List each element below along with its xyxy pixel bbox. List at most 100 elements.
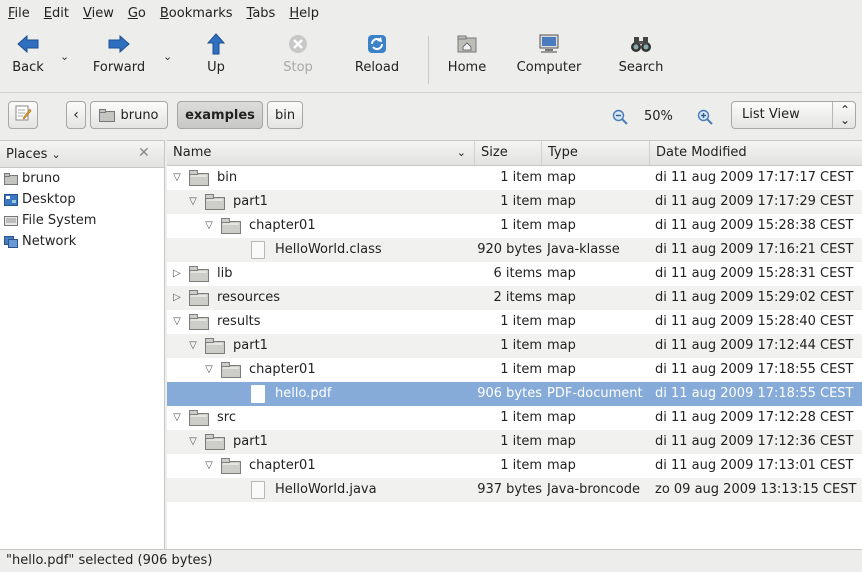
back-button[interactable]: Back (6, 32, 50, 75)
expander-open-icon[interactable]: ▽ (203, 358, 215, 382)
table-row[interactable]: ▽ chapter01 1 item map di 11 aug 2009 17:13:… (167, 454, 862, 478)
table-row[interactable]: ▷ lib 6 items map di 11 aug 2009 15:28:31 CE… (167, 262, 862, 286)
menu-mnemonic: G (127, 5, 138, 21)
forward-history-chevron-icon[interactable]: ⌄ (163, 50, 172, 63)
expander-open-icon[interactable]: ▽ (187, 190, 199, 214)
zoom-out-icon[interactable] (612, 109, 628, 129)
zoom-in-icon[interactable] (697, 109, 713, 129)
stop-button[interactable]: Stop (276, 32, 320, 75)
file-type: map (547, 362, 576, 377)
sidebar-type-select[interactable]: Places ⌄ (6, 147, 61, 162)
expander-closed-icon[interactable]: ▷ (171, 262, 183, 286)
column-header-label: Name (173, 145, 212, 160)
up-button[interactable]: Up (196, 32, 236, 75)
file-name: resources (217, 290, 281, 305)
file-type: map (547, 266, 576, 281)
file-date-modified: di 11 aug 2009 15:28:31 CEST (655, 266, 854, 281)
expander-open-icon[interactable]: ▽ (203, 454, 215, 478)
expander-open-icon[interactable]: ▽ (187, 334, 199, 358)
file-type: map (547, 410, 576, 425)
file-size: 2 items (493, 290, 542, 305)
column-header-type[interactable]: Type (542, 141, 650, 165)
file-size: 1 item (500, 458, 542, 473)
folder-icon (205, 434, 225, 450)
table-row[interactable]: ▽ chapter01 1 item map di 11 aug 2009 17:18:… (167, 358, 862, 382)
expander-open-icon[interactable]: ▽ (203, 214, 215, 238)
binoculars-icon (629, 32, 653, 56)
back-arrow-icon (16, 32, 40, 56)
file-name: bin (217, 170, 238, 185)
sidebar-item-file-system[interactable]: File System (0, 210, 164, 231)
expander-open-icon[interactable]: ▽ (171, 406, 183, 430)
sidebar-item-desktop[interactable]: Desktop (0, 189, 164, 210)
menu-item[interactable]: Go (126, 6, 148, 21)
back-history-chevron-icon[interactable]: ⌄ (60, 50, 69, 63)
sidebar-item-network[interactable]: Network (0, 231, 164, 252)
zoom-level[interactable]: 50% (644, 109, 673, 124)
table-row[interactable]: ▽ part1 1 item map di 11 aug 2009 17:12:36 C… (167, 430, 862, 454)
toggle-location-entry-button[interactable] (8, 101, 38, 129)
file-type: map (547, 218, 576, 233)
forward-button[interactable]: Forward (86, 32, 152, 75)
path-button-bruno[interactable]: bruno (90, 101, 168, 129)
folder-icon (189, 290, 209, 306)
file-type: map (547, 434, 576, 449)
path-scroll-left-button[interactable]: ‹ (66, 101, 86, 129)
sidebar: Places ⌄ ✕ bruno Desktop File System Networ… (0, 140, 165, 549)
view-mode-select[interactable]: List View ⌃ ⌄ (731, 101, 856, 129)
sidebar-item-label: bruno (22, 171, 61, 186)
table-row[interactable]: ▷ resources 2 items map di 11 aug 2009 15:29… (167, 286, 862, 310)
path-button-bin[interactable]: bin (267, 101, 303, 129)
file-date-modified: di 11 aug 2009 17:12:36 CEST (655, 434, 854, 449)
menu-item[interactable]: File (6, 6, 32, 21)
table-row[interactable]: ▽ results 1 item map di 11 aug 2009 15:28:40… (167, 310, 862, 334)
menu-item[interactable]: Bookmarks (158, 6, 235, 21)
chevron-down-icon: ⌄ (51, 147, 61, 161)
menu-item[interactable]: Edit (42, 6, 71, 21)
reload-button[interactable]: Reload (350, 32, 404, 75)
expander-open-icon[interactable]: ▽ (171, 310, 183, 334)
stop-label: Stop (283, 60, 313, 75)
menu-item[interactable]: View (81, 6, 116, 21)
table-row[interactable]: ▽ part1 1 item map di 11 aug 2009 17:17:29 C… (167, 190, 862, 214)
table-row[interactable]: ▽ chapter01 1 item map di 11 aug 2009 15:28:… (167, 214, 862, 238)
computer-label: Computer (516, 60, 582, 75)
file-icon (251, 241, 265, 259)
table-row[interactable]: ▽ src 1 item map di 11 aug 2009 17:12:28 CES… (167, 406, 862, 430)
close-sidebar-icon[interactable]: ✕ (138, 145, 150, 161)
location-bar: ‹ bruno examples bin 50% List View ⌃ ⌄ (0, 92, 862, 139)
folder-icon (189, 170, 209, 186)
file-size: 1 item (500, 218, 542, 233)
expander-open-icon[interactable]: ▽ (171, 166, 183, 190)
computer-button[interactable]: Computer (515, 32, 583, 75)
file-size: 6 items (493, 266, 542, 281)
search-button[interactable]: Search (616, 32, 666, 75)
expander-closed-icon[interactable]: ▷ (171, 286, 183, 310)
file-type: map (547, 290, 576, 305)
up-arrow-icon (204, 32, 228, 56)
menu-label-rest: elp (299, 5, 319, 21)
file-name: part1 (233, 194, 268, 209)
sidebar-item-bruno[interactable]: bruno (0, 168, 164, 189)
menu-item[interactable]: Tabs (245, 6, 278, 21)
column-header-size[interactable]: Size (475, 141, 542, 165)
column-header-date[interactable]: Date Modified (650, 141, 862, 165)
name-cell: ▷ resources (167, 286, 476, 310)
table-row[interactable]: hello.pdf 906 bytes PDF-document di 11 aug … (167, 382, 862, 406)
menu-item[interactable]: Help (287, 6, 321, 21)
table-row[interactable]: ▽ part1 1 item map di 11 aug 2009 17:12:44 C… (167, 334, 862, 358)
column-header-label: Date Modified (656, 145, 747, 160)
table-row[interactable]: HelloWorld.class 920 bytes Java-klasse di 1… (167, 238, 862, 262)
sort-descending-icon: ⌄ (456, 146, 466, 159)
folder-icon (221, 218, 241, 234)
table-row[interactable]: ▽ bin 1 item map di 11 aug 2009 17:17:17 CES… (167, 166, 862, 190)
table-row[interactable]: HelloWorld.java 937 bytes Java-broncode zo … (167, 478, 862, 502)
path-button-examples[interactable]: examples (177, 101, 263, 129)
home-button[interactable]: Home (442, 32, 492, 75)
menu-label-rest: iew (91, 5, 114, 21)
status-text: "hello.pdf" selected (906 bytes) (6, 553, 213, 568)
menu-mnemonic: E (43, 5, 52, 21)
expander-open-icon[interactable]: ▽ (187, 430, 199, 454)
file-size: 937 bytes (477, 482, 542, 497)
column-header-name[interactable]: Name ⌄ (167, 141, 475, 165)
